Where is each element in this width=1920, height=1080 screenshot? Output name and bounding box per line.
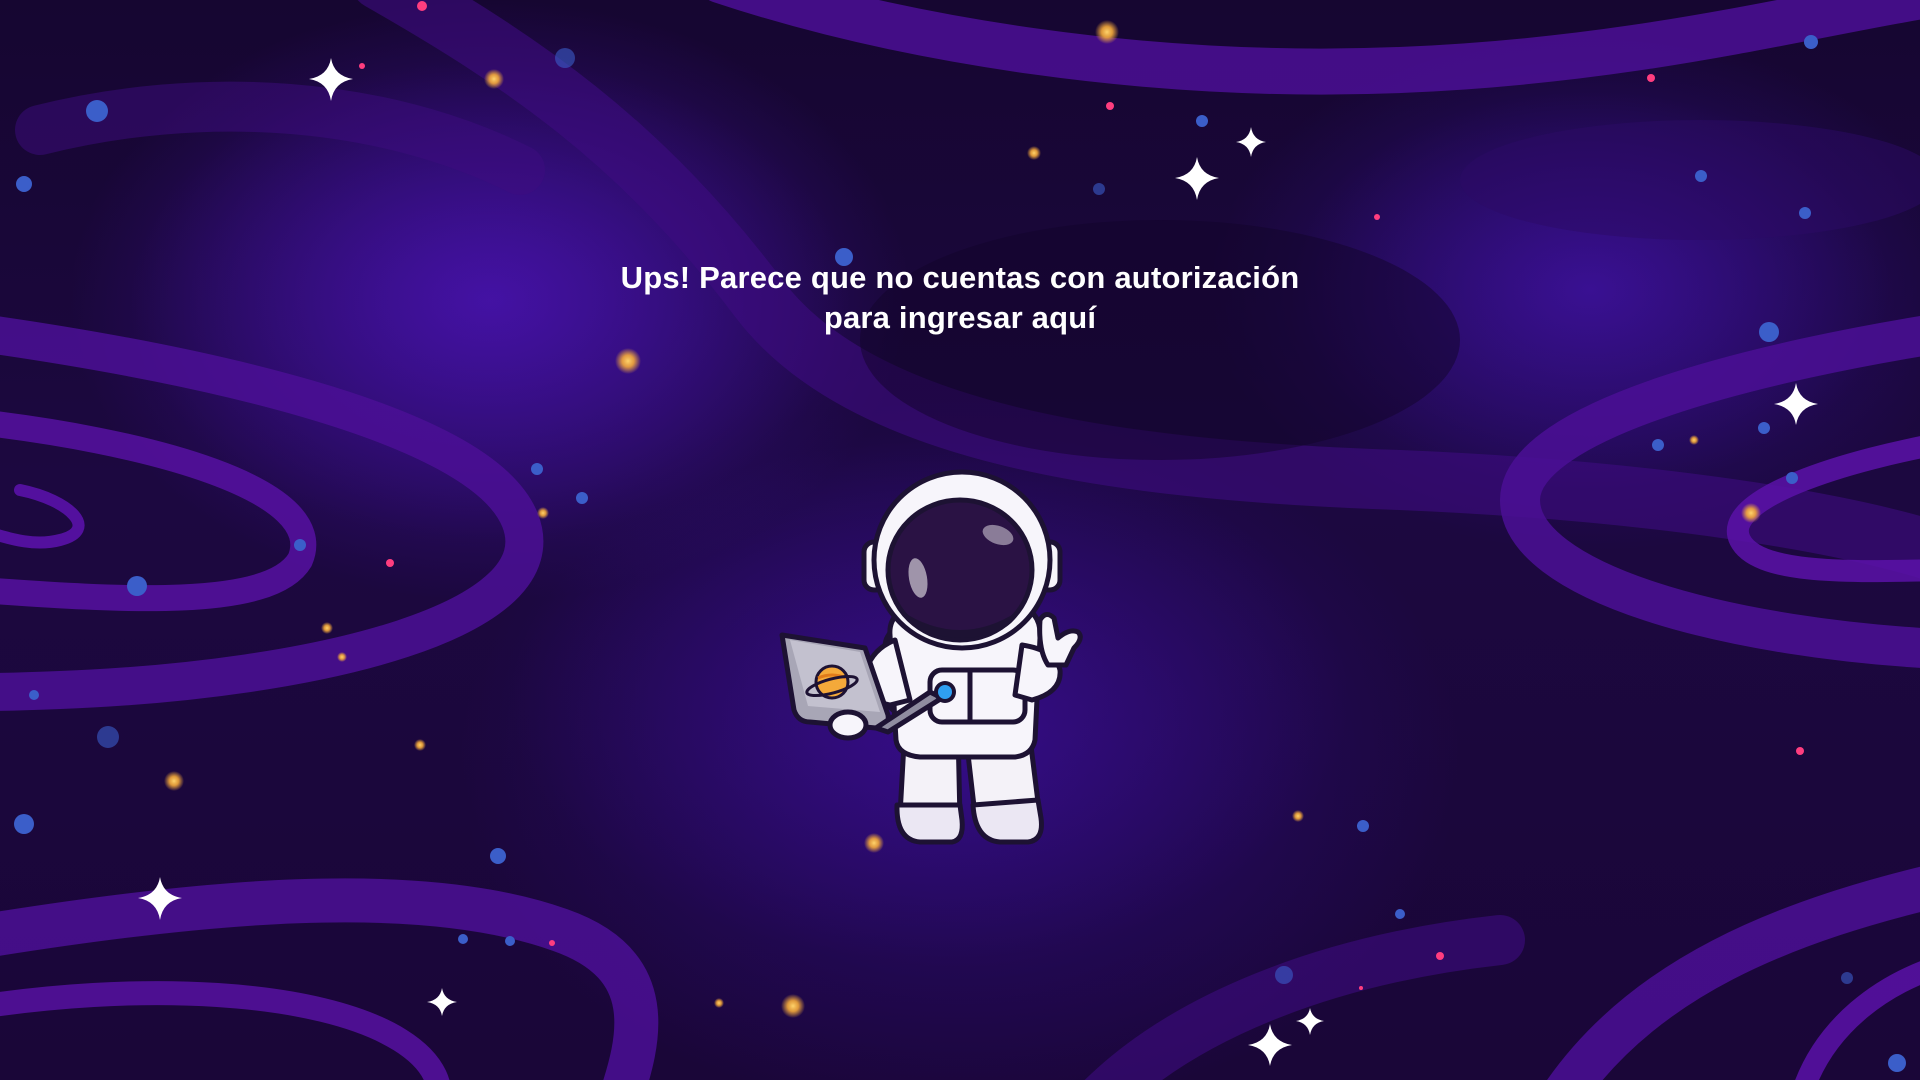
message-line-2: para ingresar aquí <box>823 300 1097 335</box>
message-line-1: Ups! Parece que no cuentas con autorizac… <box>620 260 1300 295</box>
unauthorized-message: Ups! Parece que no cuentas con autorizac… <box>560 258 1360 338</box>
error-page: Ups! Parece que no cuentas con autorizac… <box>0 0 1920 1080</box>
astronaut-illustration <box>779 469 1083 845</box>
